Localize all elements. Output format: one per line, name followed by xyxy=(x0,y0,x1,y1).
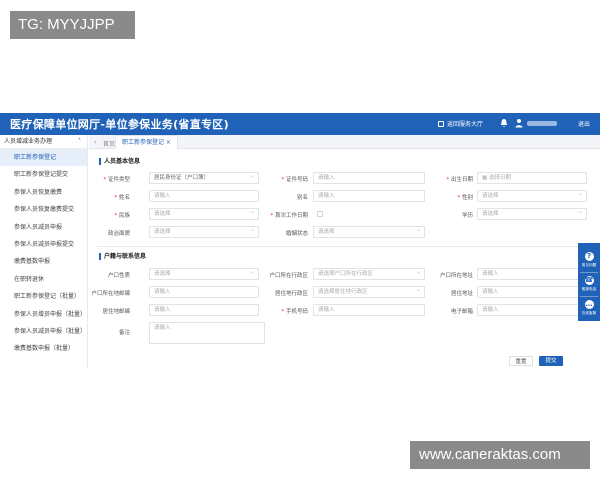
select-gender[interactable]: 请选择 xyxy=(477,190,587,202)
label-live-postcode: 居住地邮编 xyxy=(102,309,130,315)
label-first-work-date: * 首次工作日期 xyxy=(270,213,308,219)
tab-home[interactable]: 首页 xyxy=(103,139,115,148)
chevron-left-icon[interactable]: ‹ xyxy=(94,139,96,146)
app-window: 医疗保障单位网厅-单位参保业务(省直专区) 返回服务大厅 退出 人员增减业务办理… xyxy=(0,113,600,369)
service-hall-link[interactable]: 返回服务大厅 xyxy=(438,119,483,128)
sidebar-item-reduce-declare-submit[interactable]: 参保人员减员申报提交 xyxy=(0,236,87,253)
chat-icon: … xyxy=(584,300,594,309)
sidebar-group-header[interactable]: 人员增减业务办理 ˄ xyxy=(0,135,87,149)
label-gender: * 性别 xyxy=(457,195,473,201)
label-alias: 别名 xyxy=(296,195,308,201)
logout-link[interactable]: 退出 xyxy=(578,119,590,128)
input-mobile[interactable]: 请输入 xyxy=(313,304,425,316)
label-live-address: 居住地址 xyxy=(450,291,473,297)
calendar-icon[interactable] xyxy=(317,211,323,217)
select-cert-type[interactable]: 居民身份证（户口簿） xyxy=(149,172,259,184)
sidebar-item-base-batch[interactable]: 缴费基数申报（批量） xyxy=(0,340,87,357)
label-hukou-postcode: 户口所在地邮编 xyxy=(91,291,130,297)
label-ethnicity: * 民族 xyxy=(114,213,130,219)
app-title: 医疗保障单位网厅-单位参保业务(省直专区) xyxy=(10,118,229,131)
label-email: 电子邮箱 xyxy=(450,309,473,315)
sidebar-item-new-enrollment[interactable]: 职工新参保登记 xyxy=(0,149,87,167)
label-cert-no: * 证件号码 xyxy=(281,177,308,183)
label-birth-date: * 出生日期 xyxy=(446,177,473,183)
input-hukou-address[interactable]: 请输入 xyxy=(477,268,587,280)
tab-new-enrollment[interactable]: 职工新参保登记 × xyxy=(115,135,178,149)
select-marital[interactable]: 请选择 xyxy=(313,226,425,238)
input-email[interactable]: 请输入 xyxy=(477,304,587,316)
input-live-postcode[interactable]: 请输入 xyxy=(149,304,259,316)
label-live-region: 居住地行政区 xyxy=(274,291,308,297)
floating-help-panel: ? 常见问题 ☎ 客服电话 … 在线客服 xyxy=(578,243,600,321)
label-marital: 婚姻状态 xyxy=(285,231,308,237)
select-live-region[interactable]: 请选择居住地行政区 xyxy=(313,286,425,298)
section-title-contact: 户籍与联系信息 xyxy=(99,253,146,260)
label-hukou-nature: 户口性质 xyxy=(107,273,130,279)
input-name[interactable]: 请输入 xyxy=(149,190,259,202)
input-birth-date[interactable]: ▦ 选择日期 xyxy=(477,172,587,184)
faq-button[interactable]: ? 常见问题 xyxy=(578,249,600,271)
page: TG: MYYJJPP 医疗保障单位网厅-单位参保业务(省直专区) 返回服务大厅… xyxy=(0,0,600,480)
service-hall-label: 返回服务大厅 xyxy=(447,121,484,128)
sidebar-group-label: 人员增减业务办理 xyxy=(4,138,53,145)
select-hukou-nature[interactable]: 请选择 xyxy=(149,268,259,280)
label-mobile: * 手机号码 xyxy=(281,309,308,315)
watermark-bottom-right: www.caneraktas.com xyxy=(410,441,590,469)
select-education[interactable]: 请选择 xyxy=(477,208,587,220)
username-redacted xyxy=(527,121,557,126)
chat-button[interactable]: … 在线客服 xyxy=(578,297,600,319)
label-politics: 政治面貌 xyxy=(107,231,130,237)
phone-icon: ☎ xyxy=(584,276,594,285)
submit-button[interactable]: 提交 xyxy=(539,356,563,366)
input-live-address[interactable]: 请输入 xyxy=(477,286,587,298)
select-politics[interactable]: 请选择 xyxy=(149,226,259,238)
tab-bar: ‹ 首页 职工新参保登记 × xyxy=(89,135,600,149)
user-icon[interactable] xyxy=(515,118,523,128)
select-ethnicity[interactable]: 请选择 xyxy=(149,208,259,220)
form-content: 人员基本信息 * 证件类型 居民身份证（户口簿） * 证件号码 请输入 * 出生… xyxy=(89,150,600,369)
label-hukou-address: 户口所在地址 xyxy=(439,273,473,279)
chevron-up-icon: ˄ xyxy=(78,138,81,145)
label-name: * 姓名 xyxy=(114,195,130,201)
input-hukou-postcode[interactable]: 请输入 xyxy=(149,286,259,298)
question-icon: ? xyxy=(584,252,594,261)
section-divider xyxy=(97,246,587,247)
label-education: 学历 xyxy=(461,213,473,219)
exit-icon xyxy=(438,120,444,127)
reset-button[interactable]: 重置 xyxy=(509,356,533,366)
watermark-top-left: TG: MYYJJPP xyxy=(10,11,135,39)
select-hukou-region[interactable]: 请选择户口所在行政区 xyxy=(313,268,425,280)
input-alias[interactable]: 请输入 xyxy=(313,190,425,202)
phone-button[interactable]: ☎ 客服电话 xyxy=(578,273,600,295)
textarea-remark[interactable]: 请输入 xyxy=(149,322,265,344)
calendar-icon: ▦ xyxy=(482,175,489,181)
top-header: 医疗保障单位网厅-单位参保业务(省直专区) 返回服务大厅 退出 xyxy=(0,113,600,135)
sidebar-item-base-declare[interactable]: 缴费基数申报 xyxy=(0,253,87,270)
label-remark: 备注 xyxy=(118,330,130,336)
label-hukou-region: 户口所在行政区 xyxy=(269,273,308,279)
bell-icon[interactable] xyxy=(500,118,508,128)
input-cert-no[interactable]: 请输入 xyxy=(313,172,425,184)
section-title-basic: 人员基本信息 xyxy=(99,158,140,165)
label-cert-type: * 证件类型 xyxy=(103,177,130,183)
